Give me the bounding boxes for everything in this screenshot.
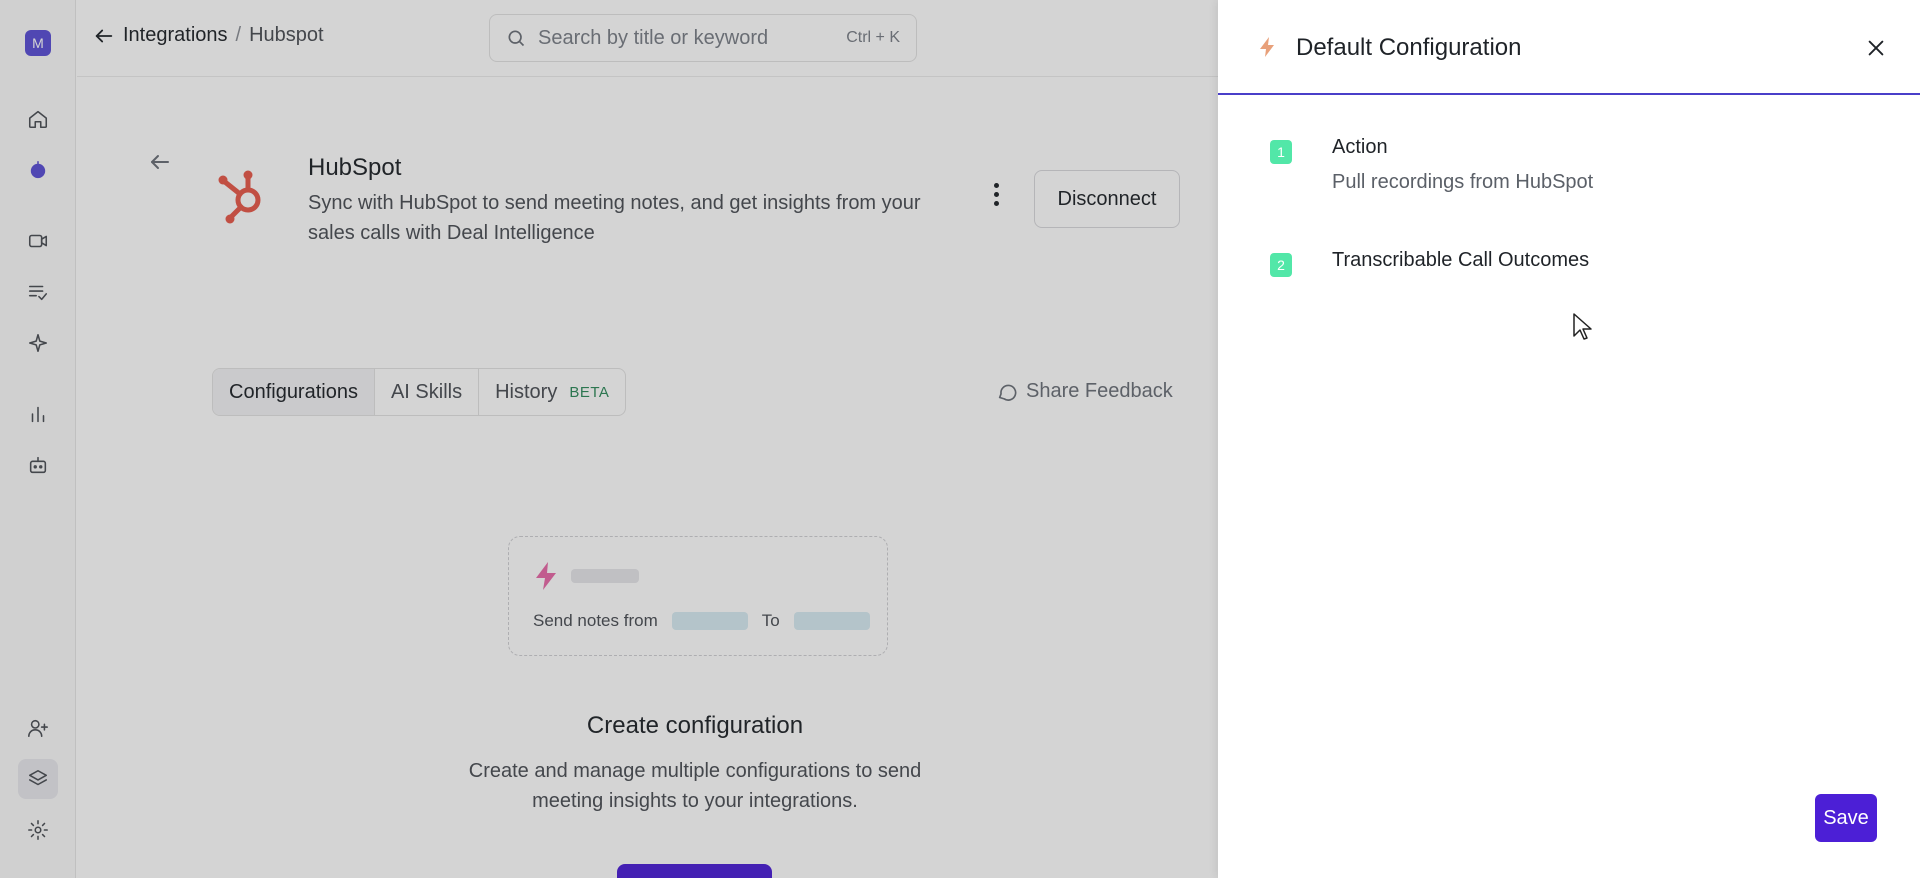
mouse-cursor-icon	[1573, 313, 1592, 340]
configuration-drawer: Default Configuration 1 Action Pull reco…	[1218, 0, 1920, 878]
step-title: Action	[1332, 136, 1388, 158]
step-number-badge: 2	[1270, 253, 1292, 277]
save-button[interactable]: Save	[1815, 794, 1877, 842]
drawer-title: Default Configuration	[1296, 34, 1522, 61]
step-number-badge: 1	[1270, 140, 1292, 164]
close-button[interactable]	[1862, 34, 1890, 62]
close-icon	[1868, 40, 1884, 56]
modal-backdrop[interactable]	[0, 0, 1218, 878]
step-subtitle: Pull recordings from HubSpot	[1332, 171, 1594, 193]
drawer-header: Default Configuration	[1218, 0, 1920, 95]
step-title: Transcribable Call Outcomes	[1332, 249, 1590, 271]
lightning-icon	[1260, 37, 1274, 57]
